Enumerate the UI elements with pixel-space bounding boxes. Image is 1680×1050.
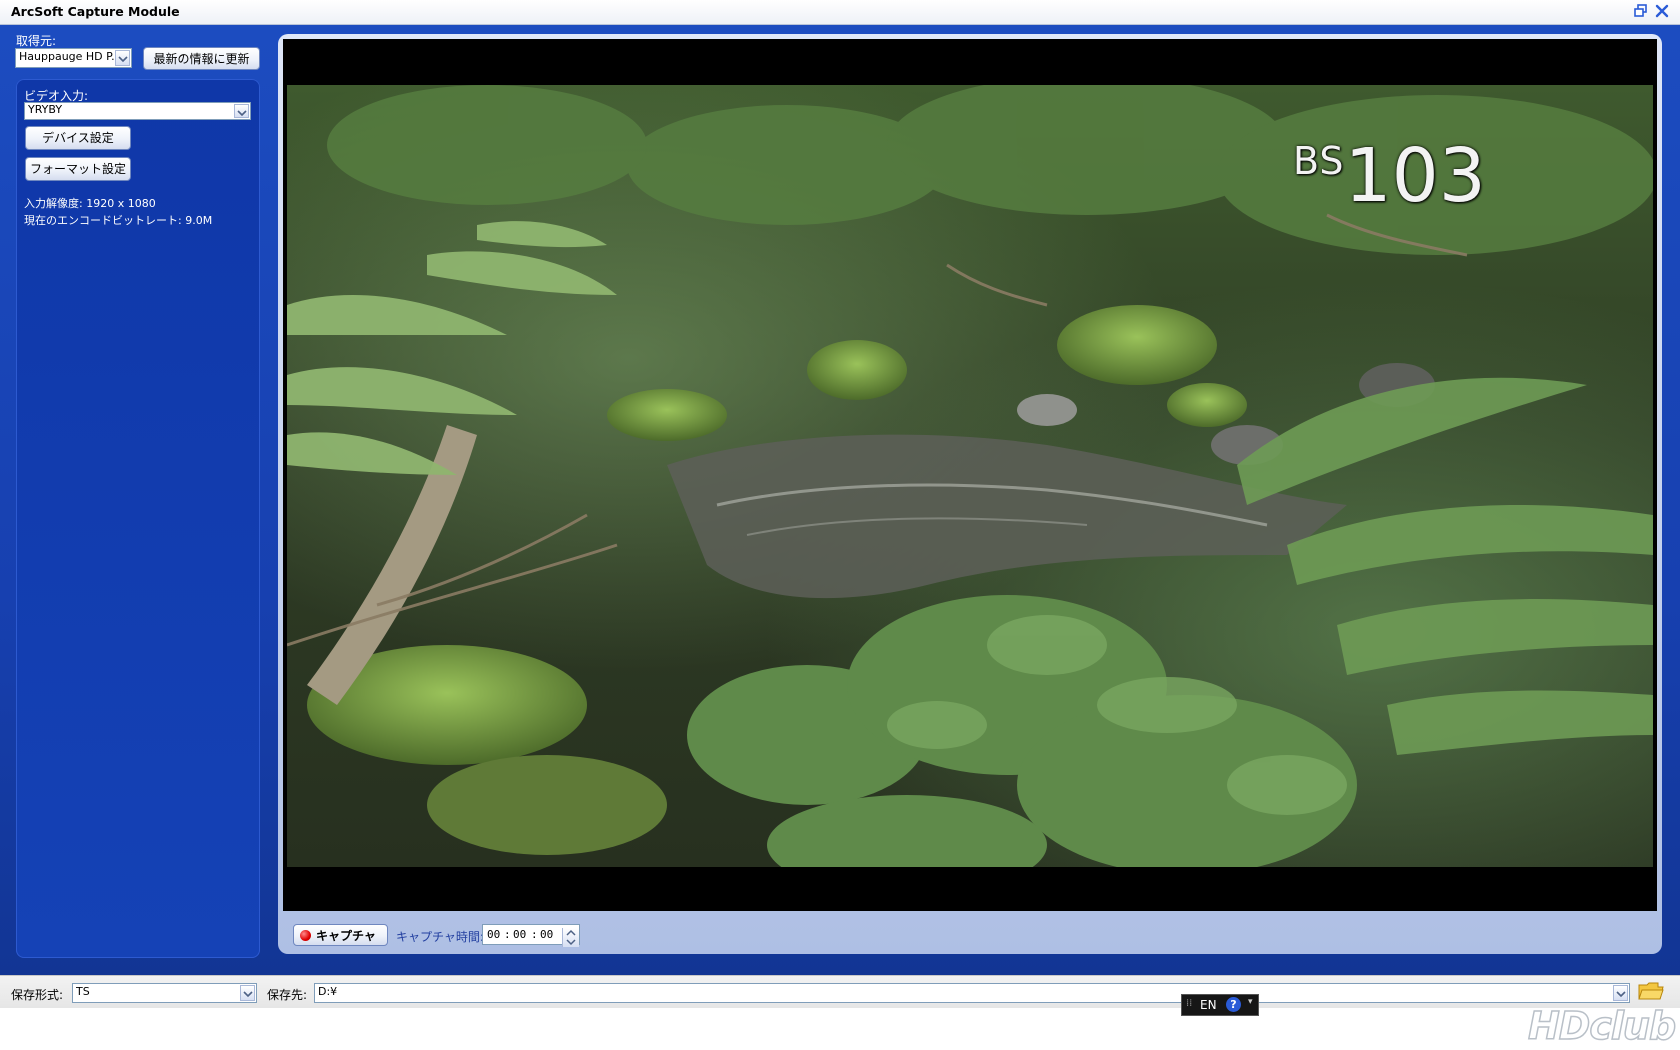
- folder-icon[interactable]: [1638, 981, 1664, 1004]
- language-bar[interactable]: ⁞⁞ EN ? ▾: [1181, 994, 1259, 1016]
- video-input-select[interactable]: YRYBY: [24, 102, 251, 120]
- channel-number: 103: [1344, 133, 1486, 219]
- capture-time-seconds: 00: [540, 928, 554, 941]
- source-select[interactable]: Hauppauge HD P...: [15, 48, 132, 68]
- record-icon: [300, 930, 311, 941]
- capture-button-label: キャプチャ: [316, 929, 376, 943]
- capture-button[interactable]: キャプチャ: [293, 924, 388, 946]
- chevron-down-icon[interactable]: [1613, 985, 1628, 1001]
- capture-time-label: キャプチャ時間:: [396, 930, 484, 944]
- hdclub-watermark: HDclub: [1527, 1003, 1677, 1049]
- close-icon[interactable]: [1655, 4, 1669, 18]
- capture-time-hours: 00: [487, 928, 501, 941]
- video-preview: BS103: [283, 39, 1657, 911]
- save-destination-value: D:¥: [318, 985, 338, 998]
- format-settings-button[interactable]: フォーマット設定: [25, 157, 131, 181]
- save-format-label: 保存形式:: [11, 988, 64, 1002]
- channel-prefix: BS: [1293, 139, 1345, 183]
- capture-time-input[interactable]: 00 : 00 : 00: [482, 924, 580, 947]
- save-destination-select[interactable]: D:¥: [314, 983, 1630, 1003]
- language-indicator[interactable]: EN: [1200, 998, 1217, 1012]
- video-input-value: YRYBY: [28, 103, 63, 116]
- source-label: 取得元:: [16, 34, 57, 48]
- options-icon[interactable]: ▾: [1248, 997, 1253, 1007]
- resolution-info: 入力解像度: 1920 x 1080: [24, 197, 156, 210]
- title-bar: ArcSoft Capture Module: [0, 0, 1680, 25]
- window-title: ArcSoft Capture Module: [11, 4, 180, 19]
- capture-time-minutes: 00: [513, 928, 527, 941]
- chevron-down-icon[interactable]: [234, 104, 249, 118]
- chevron-down-icon[interactable]: [240, 985, 255, 1001]
- time-spinner[interactable]: [562, 928, 579, 947]
- device-settings-button[interactable]: デバイス設定: [25, 126, 131, 150]
- refresh-button[interactable]: 最新の情報に更新: [143, 47, 260, 70]
- source-select-value: Hauppauge HD P...: [19, 50, 122, 63]
- save-format-select[interactable]: TS: [72, 983, 257, 1003]
- channel-logo: BS103: [1293, 139, 1486, 213]
- help-icon[interactable]: ?: [1226, 997, 1241, 1012]
- save-format-value: TS: [76, 985, 90, 998]
- bitrate-info: 現在のエンコードビットレート: 9.0M: [24, 214, 213, 227]
- restore-icon[interactable]: [1634, 4, 1648, 18]
- chevron-down-icon[interactable]: [115, 50, 130, 66]
- save-destination-label: 保存先:: [267, 988, 308, 1002]
